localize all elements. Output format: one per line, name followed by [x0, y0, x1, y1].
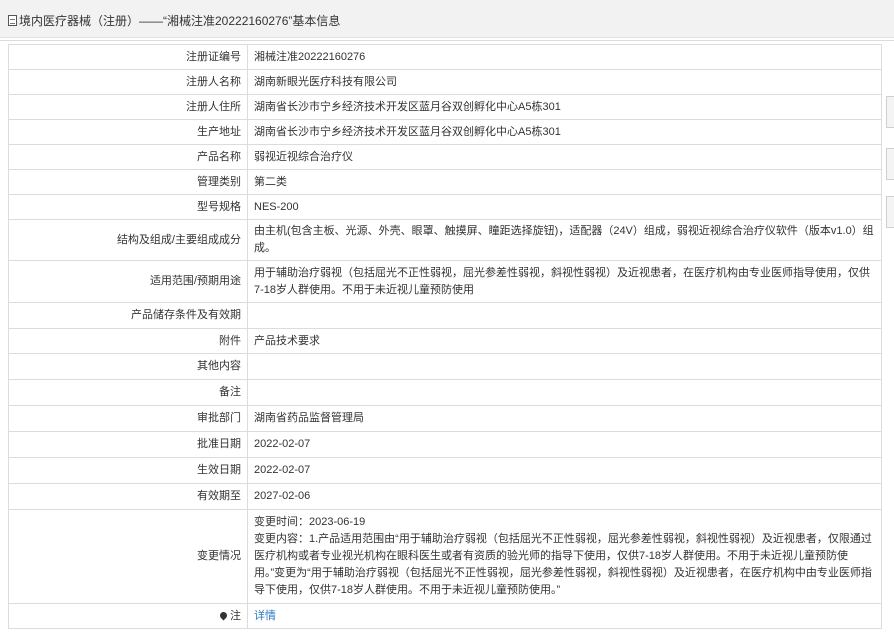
row-value: 由主机(包含主板、光源、外壳、眼罩、触摸屏、瞳距选择旋钮)，适配器（24V）组成…	[247, 219, 882, 261]
row-label: 管理类别	[8, 169, 248, 195]
row-label: 注册人住所	[8, 94, 248, 120]
row-label: 适用范围/预期用途	[8, 260, 248, 303]
row-value: 用于辅助治疗弱视（包括屈光不正性弱视，屈光参差性弱视，斜视性弱视）及近视患者，在…	[247, 260, 882, 303]
page-header: 境内医疗器械（注册）——“湘械注准20222160276”基本信息	[0, 0, 894, 38]
row-value: 湘械注准20222160276	[247, 44, 882, 70]
table-row: 有效期至 2027-02-06	[8, 483, 882, 510]
row-label: 生产地址	[8, 119, 248, 145]
table-row: 备注	[8, 379, 882, 406]
row-value: 湖南省长沙市宁乡经济技术开发区蓝月谷双创孵化中心A5栋301	[247, 94, 882, 120]
row-label: 产品储存条件及有效期	[8, 302, 248, 329]
table-row: 生产地址 湖南省长沙市宁乡经济技术开发区蓝月谷双创孵化中心A5栋301	[8, 119, 882, 145]
row-label: 型号规格	[8, 194, 248, 220]
table-row: 批准日期 2022-02-07	[8, 431, 882, 458]
row-value: 湖南省药品监督管理局	[247, 405, 882, 432]
table-row: 注册人住所 湖南省长沙市宁乡经济技术开发区蓝月谷双创孵化中心A5栋301	[8, 94, 882, 120]
row-label: 批准日期	[8, 431, 248, 458]
row-label: 结构及组成/主要组成成分	[8, 219, 248, 261]
table-row: 注册证编号 湘械注准20222160276	[8, 44, 882, 70]
table-row-change: 变更情况 变更时间：2023-06-19 变更内容：1.产品适用范围由“用于辅助…	[8, 509, 882, 604]
row-value	[247, 353, 882, 380]
info-table: 注册证编号 湘械注准20222160276 注册人名称 湖南新眼光医疗科技有限公…	[8, 44, 882, 629]
row-value: 弱视近视综合治疗仪	[247, 144, 882, 170]
row-value: 2027-02-06	[247, 483, 882, 510]
row-label: 生效日期	[8, 457, 248, 484]
side-scroll-tabs	[886, 96, 894, 232]
row-label: 有效期至	[8, 483, 248, 510]
change-value: 变更时间：2023-06-19 变更内容：1.产品适用范围由“用于辅助治疗弱视（…	[247, 509, 882, 604]
change-time: 变更时间：2023-06-19	[254, 516, 366, 528]
note-value: 详情	[247, 603, 882, 629]
row-label: 审批部门	[8, 405, 248, 432]
side-tab[interactable]	[886, 196, 894, 228]
table-row: 注册人名称 湖南新眼光医疗科技有限公司	[8, 69, 882, 95]
detail-link[interactable]: 详情	[254, 610, 276, 622]
pin-icon	[218, 610, 229, 620]
table-row: 附件 产品技术要求	[8, 328, 882, 354]
page-title: 境内医疗器械（注册）——“湘械注准20222160276”基本信息	[19, 14, 341, 28]
row-value: 第二类	[247, 169, 882, 195]
row-value	[247, 302, 882, 329]
side-tab[interactable]	[886, 96, 894, 128]
row-value	[247, 379, 882, 406]
row-value: 湖南省长沙市宁乡经济技术开发区蓝月谷双创孵化中心A5栋301	[247, 119, 882, 145]
header-title-wrap: 境内医疗器械（注册）——“湘械注准20222160276”基本信息	[8, 12, 340, 29]
table-row: 产品名称 弱视近视综合治疗仪	[8, 144, 882, 170]
document-icon	[8, 15, 17, 26]
row-label: 注册证编号	[8, 44, 248, 70]
row-value: 2022-02-07	[247, 431, 882, 458]
note-label-cell: 注	[8, 603, 248, 629]
row-label: 其他内容	[8, 353, 248, 380]
table-row: 管理类别 第二类	[8, 169, 882, 195]
row-label: 备注	[8, 379, 248, 406]
side-tab[interactable]	[886, 148, 894, 180]
row-label: 产品名称	[8, 144, 248, 170]
table-row-note: 注 详情	[8, 603, 882, 629]
table-row: 结构及组成/主要组成成分 由主机(包含主板、光源、外壳、眼罩、触摸屏、瞳距选择旋…	[8, 219, 882, 261]
change-label: 变更情况	[8, 509, 248, 604]
table-row: 审批部门 湖南省药品监督管理局	[8, 405, 882, 432]
table-row: 生效日期 2022-02-07	[8, 457, 882, 484]
change-content: 变更内容：1.产品适用范围由“用于辅助治疗弱视（包括屈光不正性弱视，屈光参差性弱…	[254, 533, 872, 596]
row-value: 产品技术要求	[247, 328, 882, 354]
table-row: 其他内容	[8, 353, 882, 380]
row-label: 附件	[8, 328, 248, 354]
row-label: 注册人名称	[8, 69, 248, 95]
row-value: 湖南新眼光医疗科技有限公司	[247, 69, 882, 95]
row-value: 2022-02-07	[247, 457, 882, 484]
row-value: NES-200	[247, 194, 882, 220]
table-row: 产品储存条件及有效期	[8, 302, 882, 329]
note-label: 注	[230, 609, 241, 622]
table-row: 型号规格 NES-200	[8, 194, 882, 220]
table-row: 适用范围/预期用途 用于辅助治疗弱视（包括屈光不正性弱视，屈光参差性弱视，斜视性…	[8, 260, 882, 303]
